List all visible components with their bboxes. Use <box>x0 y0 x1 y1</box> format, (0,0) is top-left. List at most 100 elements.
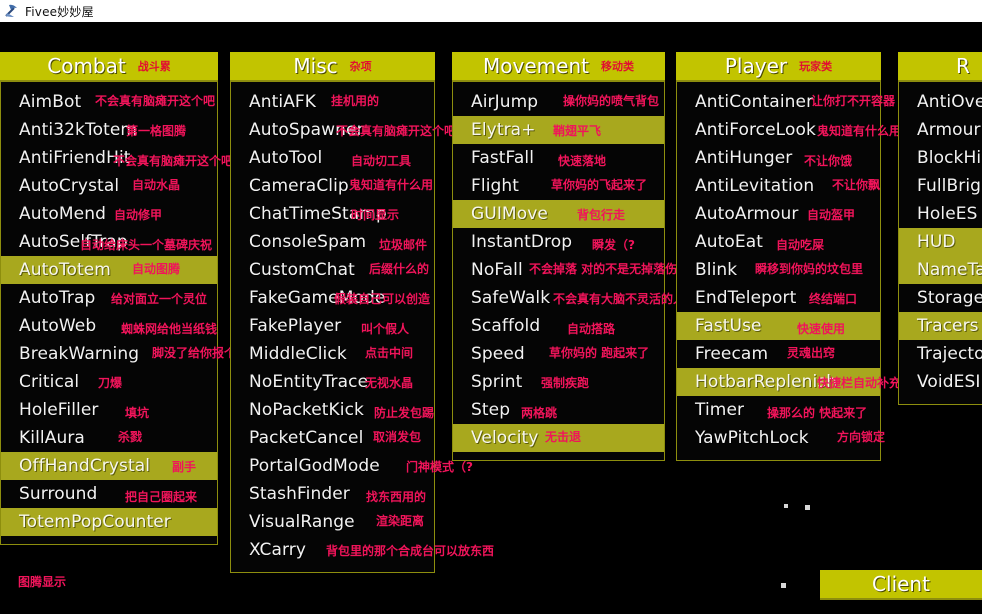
module-row[interactable]: Anti32kTotem 第一格图腾 <box>1 116 217 144</box>
module-annotation: 自动吃屎 <box>776 238 825 252</box>
module-row[interactable]: AimBot 不会真有脑瘫开这个吧 <box>1 88 217 116</box>
module-row[interactable]: AutoSpawner 不会真有脑瘫开这个吧 <box>231 116 456 144</box>
module-row[interactable]: Surround 把自己圈起来 <box>1 480 217 508</box>
module-row[interactable]: TotemPopCounter <box>1 508 217 536</box>
panel-title-cn-movement: 移动类 <box>600 60 634 73</box>
module-row[interactable]: CustomChat 后缀什么的 <box>231 256 434 284</box>
panel-header-render[interactable]: R <box>898 52 982 82</box>
module-row[interactable]: NameTa <box>899 256 982 284</box>
module-row[interactable]: Freecam 灵魂出窍 <box>677 340 880 368</box>
module-row[interactable]: ChatTimeStamp 时间显示 <box>231 200 434 228</box>
module-row[interactable]: FullBrig <box>899 172 982 200</box>
panel-player[interactable]: Player 玩家类 AntiContainer 让你打不开容器 AntiForce… <box>676 52 925 461</box>
module-row[interactable]: HoleFiller 填坑 <box>1 396 217 424</box>
module-row[interactable]: NoPacketKick 防止发包踢 <box>231 396 434 424</box>
module-row[interactable]: GUIMove 背包行走 <box>453 200 664 228</box>
module-label: GUIMove <box>471 204 548 224</box>
module-row[interactable]: ConsoleSpam 垃圾邮件 <box>231 228 434 256</box>
module-label: Timer <box>695 400 745 420</box>
module-row[interactable]: AutoCrystal 自动水晶 <box>1 172 217 200</box>
module-row[interactable]: AntiLevitation 不让你飘 <box>677 172 880 200</box>
module-row[interactable]: Velocity 无击退 <box>453 424 664 452</box>
module-label: AutoMend <box>19 204 106 224</box>
module-label: Step <box>471 400 511 420</box>
module-row[interactable]: BreakWarning 脚没了给你报个警 <box>1 340 248 368</box>
module-label: VisualRange <box>249 512 355 532</box>
module-row[interactable]: Flight 草你妈的飞起来了 <box>453 172 664 200</box>
panel-header-player[interactable]: Player 玩家类 <box>676 52 881 82</box>
module-row[interactable]: Sprint 强制疾跑 <box>453 368 664 396</box>
module-row[interactable]: AutoSelfTrap 自动给床头一个墓碑庆祝 <box>1 228 217 256</box>
module-label: CameraClip <box>249 176 349 196</box>
module-row[interactable]: FakePlayer 叫个假人 <box>231 312 434 340</box>
module-annotation: 草你妈的 跑起来了 <box>549 346 650 360</box>
panel-header-misc[interactable]: Misc 杂项 <box>230 52 435 82</box>
module-label: YawPitchLock <box>695 428 809 448</box>
module-row[interactable]: Elytra+ 鞘翅平飞 <box>453 116 664 144</box>
module-row[interactable]: EndTeleport 终结端口 <box>677 284 880 312</box>
module-label: AntiContainer <box>695 92 814 112</box>
panel-render[interactable]: R AntiOve Armour BlockHi FullBrig HoleES HUD N… <box>898 52 982 405</box>
module-annotation: 挂机用的 <box>331 94 380 108</box>
module-row[interactable]: VoidESI <box>899 368 982 396</box>
module-row[interactable]: Tracers <box>899 312 982 340</box>
module-row[interactable]: XCarry 背包里的那个合成台可以放东西 <box>231 536 494 564</box>
module-row[interactable]: AutoTotem 自动图腾 <box>1 256 217 284</box>
module-row[interactable]: Critical 刀爆 <box>1 368 217 396</box>
module-annotation: 把自己圈起来 <box>125 490 198 504</box>
panel-combat[interactable]: Combat 战斗累 AimBot 不会真有脑瘫开这个吧 Anti32kTotem 第… <box>0 52 248 545</box>
module-row[interactable]: CameraClip 鬼知道有什么用 <box>231 172 434 200</box>
module-row[interactable]: AutoWeb 蜘蛛网给他当纸钱 <box>1 312 217 340</box>
module-row[interactable]: FakeGameMode 假装自己可以创造 <box>231 284 434 312</box>
module-row[interactable]: HotbarReplenish 快捷栏自动补充东西 <box>677 368 925 396</box>
module-label: ChatTimeStamp <box>249 204 387 224</box>
module-row[interactable]: StashFinder 找东西用的 <box>231 480 434 508</box>
module-row[interactable]: MiddleClick 点击中间 <box>231 340 434 368</box>
module-row[interactable]: KillAura 杀戮 <box>1 424 217 452</box>
module-row[interactable]: AutoArmour 自动盔甲 <box>677 200 880 228</box>
panel-title-movement: Movement <box>483 54 589 78</box>
module-row[interactable]: AntiFriendHit 不会真有脑瘫开这个吧 <box>1 144 233 172</box>
module-label: AntiFriendHit <box>19 148 131 168</box>
panel-header-movement[interactable]: Movement 移动类 <box>452 52 665 82</box>
panel-header-client[interactable]: Client <box>820 570 982 600</box>
module-row[interactable]: Speed 草你妈的 跑起来了 <box>453 340 664 368</box>
panel-movement[interactable]: Movement 移动类 AirJump 操你妈的喷气背包 Elytra+ 鞘翅平飞 F… <box>452 52 697 461</box>
panel-header-combat[interactable]: Combat 战斗累 <box>0 52 218 82</box>
module-row[interactable]: AntiAFK 挂机用的 <box>231 88 434 116</box>
module-label: VoidESI <box>917 372 981 392</box>
module-row[interactable]: HoleES <box>899 200 982 228</box>
module-row[interactable]: Storage <box>899 284 982 312</box>
module-row[interactable]: InstantDrop 瞬发（? <box>453 228 664 256</box>
module-row[interactable]: YawPitchLock 方向锁定 <box>677 424 885 452</box>
panel-misc[interactable]: Misc 杂项 AntiAFK 挂机用的 AutoSpawner 不会真有脑瘫开这个吧… <box>230 52 494 573</box>
module-row[interactable]: NoEntityTrace 无视水晶 <box>231 368 434 396</box>
module-row[interactable]: SafeWalk 不会真有大脑不灵活的人吧 <box>453 284 697 312</box>
module-row[interactable]: HUD <box>899 228 982 256</box>
panel-title-cn-player: 玩家类 <box>799 60 833 73</box>
module-row[interactable]: NoFall 不会掉落 对的不是无掉落伤害 <box>453 256 689 284</box>
module-row[interactable]: AutoTool 自动切工具 <box>231 144 434 172</box>
module-row[interactable]: PacketCancel 取消发包 <box>231 424 434 452</box>
module-row[interactable]: FastUse 快速使用 <box>677 312 880 340</box>
module-row[interactable]: VisualRange 渲染距离 <box>231 508 434 536</box>
module-row[interactable]: Scaffold 自动搭路 <box>453 312 664 340</box>
module-row[interactable]: Step 两格跳 <box>453 396 664 424</box>
module-row[interactable]: AntiHunger 不让你饿 <box>677 144 880 172</box>
module-row[interactable]: BlockHi <box>899 144 982 172</box>
module-row[interactable]: Blink 瞬移到你妈的坟包里 <box>677 256 880 284</box>
module-row[interactable]: AutoEat 自动吃屎 <box>677 228 880 256</box>
module-row[interactable]: OffHandCrystal 副手 <box>1 452 217 480</box>
module-row[interactable]: AntiForceLook 鬼知道有什么用 <box>677 116 901 144</box>
module-row[interactable]: FastFall 快速落地 <box>453 144 664 172</box>
module-row[interactable]: AirJump 操你妈的喷气背包 <box>453 88 664 116</box>
module-row[interactable]: AutoTrap 给对面立一个灵位 <box>1 284 217 312</box>
module-row[interactable]: PortalGodMode 门神模式（? <box>231 452 473 480</box>
module-annotation: 草你妈的飞起来了 <box>551 178 648 192</box>
module-row[interactable]: AutoMend 自动修甲 <box>1 200 217 228</box>
module-row[interactable]: AntiOve <box>899 88 982 116</box>
module-row[interactable]: Armour <box>899 116 982 144</box>
module-row[interactable]: AntiContainer 让你打不开容器 <box>677 88 895 116</box>
module-row[interactable]: Trajecto <box>899 340 982 368</box>
module-row[interactable]: Timer 操那么的 快起来了 <box>677 396 880 424</box>
